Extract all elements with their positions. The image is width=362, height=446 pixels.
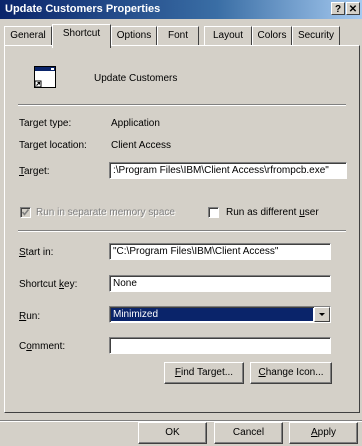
- shortcut-key-label: Shortcut key:: [19, 279, 78, 290]
- tab-colors[interactable]: Colors: [252, 26, 292, 46]
- find-target-button[interactable]: Find Target...: [164, 362, 244, 384]
- start-in-input[interactable]: "C:\Program Files\IBM\Client Access": [109, 243, 331, 260]
- separator: [18, 104, 346, 106]
- separator: [18, 230, 346, 232]
- change-icon-button[interactable]: Change Icon...: [250, 362, 332, 384]
- target-location-label: Target location:: [19, 140, 87, 151]
- target-input[interactable]: :\Program Files\IBM\Client Access\rfromp…: [109, 162, 347, 179]
- tab-strip: General Shortcut Options Font Layout Col…: [4, 24, 362, 48]
- tab-options[interactable]: Options: [111, 26, 157, 46]
- shortcut-key-input[interactable]: None: [109, 275, 331, 292]
- run-separate-checkbox: [20, 207, 31, 218]
- target-type-value: Application: [111, 118, 160, 129]
- comment-input[interactable]: [109, 337, 331, 354]
- target-label: Target:: [19, 166, 50, 177]
- apply-button[interactable]: Apply: [289, 422, 358, 444]
- run-select-value: Minimized: [111, 308, 313, 321]
- cancel-button[interactable]: Cancel: [214, 422, 283, 444]
- target-type-label: Target type:: [19, 118, 72, 129]
- tab-shortcut[interactable]: Shortcut: [52, 24, 111, 48]
- chevron-down-icon: [319, 313, 325, 316]
- window-title: Update Customers Properties: [5, 3, 161, 15]
- ok-button[interactable]: OK: [138, 422, 207, 444]
- comment-label: Comment:: [19, 341, 66, 352]
- tab-font[interactable]: Font: [157, 26, 199, 46]
- run-different-user-checkbox[interactable]: [208, 207, 219, 218]
- start-in-label: Start in:: [19, 247, 54, 258]
- run-dropdown-button[interactable]: [314, 307, 330, 322]
- close-button[interactable]: ✕: [346, 2, 360, 15]
- shortcut-name: Update Customers: [94, 73, 178, 84]
- run-separate-label: Run in separate memory space: [36, 207, 175, 218]
- window-app-icon: [34, 66, 56, 88]
- target-location-value: Client Access: [111, 140, 172, 151]
- run-select[interactable]: Minimized: [109, 306, 331, 323]
- shortcut-panel: [4, 45, 360, 413]
- run-different-user-label: Run as different user: [226, 207, 319, 218]
- run-label: Run:: [19, 311, 41, 322]
- tab-general[interactable]: General: [4, 26, 52, 46]
- tab-security[interactable]: Security: [292, 26, 340, 46]
- tab-layout[interactable]: Layout: [204, 26, 252, 46]
- help-button[interactable]: ?: [331, 2, 345, 15]
- title-bar: Update Customers Properties ? ✕: [0, 0, 362, 19]
